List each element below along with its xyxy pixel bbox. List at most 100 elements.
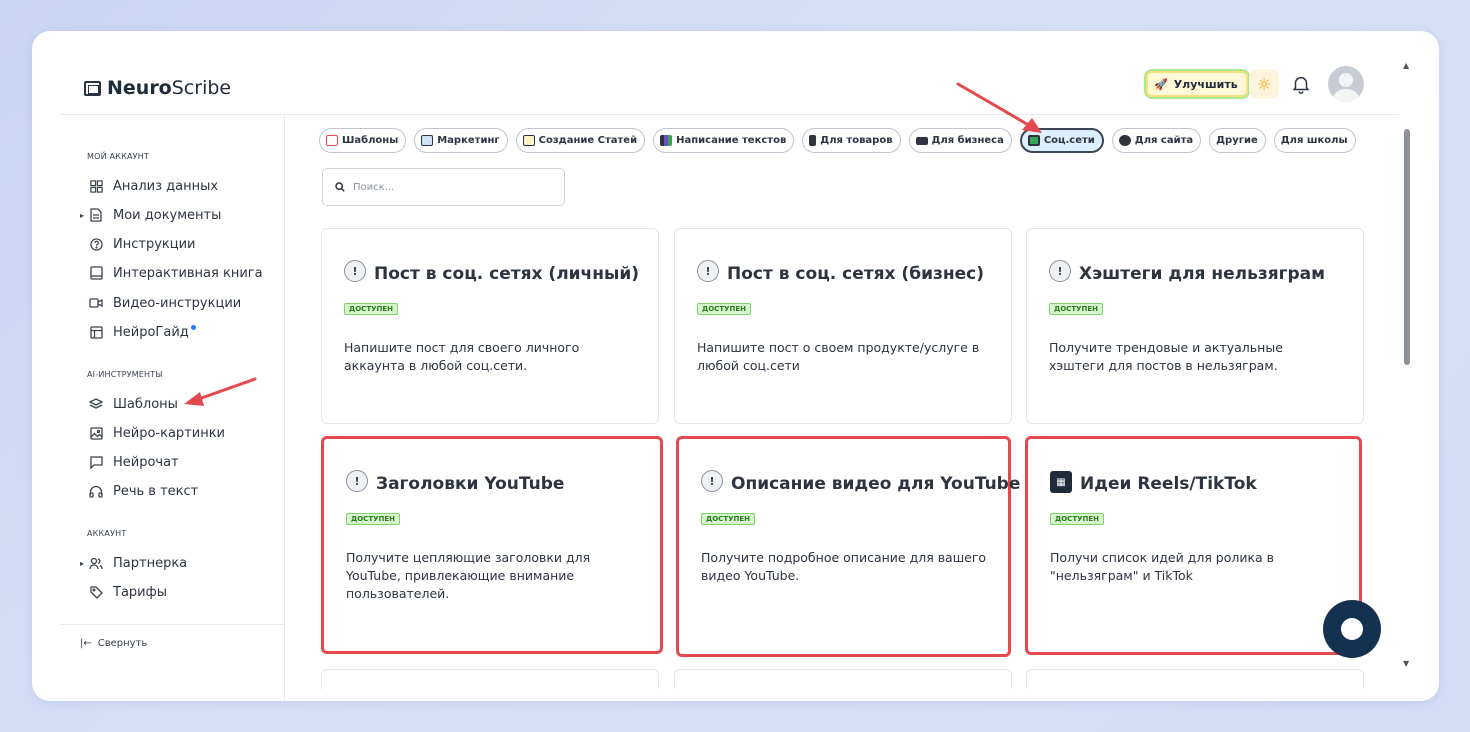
card-description: Получи список идей для ролика в "нельзяг…	[1050, 550, 1275, 583]
scroll-thumb[interactable]	[1404, 129, 1410, 365]
sidebar-item-label: Нейрочат	[113, 454, 179, 470]
notifications-button[interactable]	[1290, 73, 1312, 95]
user-avatar[interactable]	[1328, 66, 1364, 102]
tag-icon	[89, 585, 103, 599]
phone-icon	[809, 135, 817, 146]
sidebar-item-data-analysis[interactable]: Анализ данных	[89, 176, 218, 196]
laptop-icon	[915, 136, 928, 145]
template-card-business-post[interactable]: ! Пост в соц. сетях (бизнес) доступен Нап…	[674, 228, 1012, 424]
section-title-ai-tools: AI-инструменты	[87, 370, 163, 379]
card-description: Получите цепляющие заголовки для YouTube…	[346, 550, 591, 601]
template-card-partial[interactable]	[1026, 669, 1364, 689]
brand-bold: Neuro	[107, 77, 172, 99]
tab-label: Написание текстов	[676, 135, 787, 146]
sidebar-item-tariffs[interactable]: Тарифы	[89, 582, 167, 602]
sidebar-item-label: Инструкции	[113, 236, 196, 252]
caret-right-icon: ▸	[80, 210, 85, 220]
search-box[interactable]: Поиск...	[322, 168, 565, 206]
users-icon	[89, 556, 103, 570]
section-title-account-2: Аккаунт	[87, 529, 127, 538]
sidebar-item-interactive-book[interactable]: Интерактивная книга	[89, 263, 263, 283]
tab-for-products[interactable]: Для товаров	[802, 128, 901, 153]
status-badge: доступен	[697, 303, 751, 315]
info-icon: !	[701, 470, 723, 492]
template-card-youtube-titles[interactable]: ! Заголовки YouTube доступен Получите цеп…	[321, 436, 663, 654]
card-title: Заголовки YouTube	[376, 474, 565, 494]
sidebar-item-templates[interactable]: Шаблоны	[89, 394, 178, 414]
tab-for-business[interactable]: Для бизнеса	[908, 128, 1012, 153]
image-icon	[89, 426, 103, 440]
bell-icon	[1292, 76, 1310, 94]
sidebar-item-neurochat[interactable]: Нейрочат	[89, 452, 179, 472]
template-card-youtube-description[interactable]: ! Описание видео для YouTube доступен Пол…	[676, 436, 1020, 657]
collapse-sidebar-button[interactable]: |← Свернуть	[80, 638, 147, 649]
section-title-account: Мой аккаунт	[87, 152, 150, 161]
tab-label: Создание Статей	[538, 135, 638, 146]
brand-rest: Scribe	[171, 77, 232, 99]
caret-right-icon: ▸	[80, 558, 85, 568]
sidebar-item-my-documents[interactable]: ▸ Мои документы	[80, 205, 221, 225]
tab-label: Для бизнеса	[931, 135, 1004, 146]
card-description: Напишите пост для своего личного аккаунт…	[344, 340, 580, 373]
tab-for-school[interactable]: Для школы	[1273, 128, 1356, 153]
collapse-label: Свернуть	[97, 638, 148, 649]
scroll-down-icon[interactable]: ▼	[1403, 659, 1409, 668]
tab-label: Маркетинг	[437, 135, 500, 146]
template-card-partial[interactable]	[674, 669, 1012, 689]
sidebar-item-label: Интерактивная книга	[113, 265, 263, 281]
sidebar-item-video-instructions[interactable]: Видео-инструкции	[89, 293, 241, 313]
status-badge: доступен	[701, 513, 755, 525]
card-description: Получите трендовые и актуальные хэштеги …	[1049, 340, 1283, 373]
tab-label: Соц.сети	[1043, 135, 1095, 146]
tab-label: Для сайта	[1134, 135, 1194, 146]
sidebar-item-speech-to-text[interactable]: Речь в текст	[89, 481, 198, 501]
card-title: Пост в соц. сетях (личный)	[374, 264, 640, 284]
info-icon: !	[697, 260, 719, 282]
template-card-partial[interactable]	[321, 669, 659, 689]
upgrade-label: Улучшить	[1173, 77, 1238, 91]
support-chat-button[interactable]	[1323, 600, 1381, 658]
card-title: Идеи Reels/TikTok	[1080, 474, 1257, 494]
upgrade-button[interactable]: 🚀 Улучшить	[1144, 69, 1250, 99]
tab-marketing[interactable]: Маркетинг	[414, 128, 508, 153]
sidebar-item-label: Нейро-картинки	[113, 425, 226, 441]
template-card-reels-tiktok[interactable]: ▦ Идеи Reels/TikTok доступен Получи списо…	[1025, 436, 1362, 655]
tab-label: Другие	[1216, 135, 1258, 146]
app-window: NeuroScribe 🚀 Улучшить ☼ Мой аккаунт Ана…	[32, 31, 1439, 701]
search-placeholder: Поиск...	[353, 181, 395, 193]
status-badge: доступен	[1050, 513, 1104, 525]
logo[interactable]: NeuroScribe	[84, 77, 231, 99]
help-icon	[89, 237, 103, 251]
template-card-personal-post[interactable]: ! Пост в соц. сетях (личный) доступен Нап…	[321, 228, 659, 424]
category-tabs: Шаблоны Маркетинг Создание Статей Написа…	[319, 128, 1356, 153]
frame-icon	[1027, 135, 1040, 146]
status-badge: доступен	[344, 303, 398, 315]
scrollbar[interactable]: ▲ ▼	[1403, 61, 1411, 676]
sidebar-item-label: Партнерка	[113, 555, 188, 571]
collapse-divider	[60, 624, 285, 625]
tab-social-networks[interactable]: Соц.сети	[1019, 128, 1104, 153]
template-card-hashtags[interactable]: ! Хэштеги для нельзяграм доступен Получит…	[1026, 228, 1364, 424]
tab-templates[interactable]: Шаблоны	[319, 128, 407, 153]
card-title: Хэштеги для нельзяграм	[1079, 264, 1326, 284]
collapse-left-icon: |←	[80, 638, 92, 649]
chat-icon	[89, 455, 103, 469]
book-icon	[89, 266, 103, 280]
sidebar-item-neuroguide[interactable]: НейроГайд	[89, 322, 196, 342]
tab-text-writing[interactable]: Написание текстов	[653, 128, 795, 153]
layers-icon	[89, 397, 103, 411]
grid-icon	[89, 179, 103, 193]
checkbox-icon	[326, 135, 338, 146]
sidebar-item-instructions[interactable]: Инструкции	[89, 234, 196, 254]
card-description: Напишите пост о своем продукте/услуге в …	[697, 340, 980, 373]
status-badge: доступен	[346, 513, 400, 525]
scroll-up-icon[interactable]: ▲	[1403, 61, 1409, 70]
new-indicator	[190, 324, 196, 330]
tab-for-website[interactable]: Для сайта	[1111, 128, 1202, 153]
sidebar-item-partners[interactable]: ▸ Партнерка	[80, 553, 188, 573]
tab-article-creation[interactable]: Создание Статей	[515, 128, 646, 153]
theme-toggle-button[interactable]: ☼	[1249, 69, 1279, 99]
tab-other[interactable]: Другие	[1209, 128, 1266, 153]
status-badge: доступен	[1049, 303, 1103, 315]
sidebar-item-neuro-images[interactable]: Нейро-картинки	[89, 423, 225, 443]
